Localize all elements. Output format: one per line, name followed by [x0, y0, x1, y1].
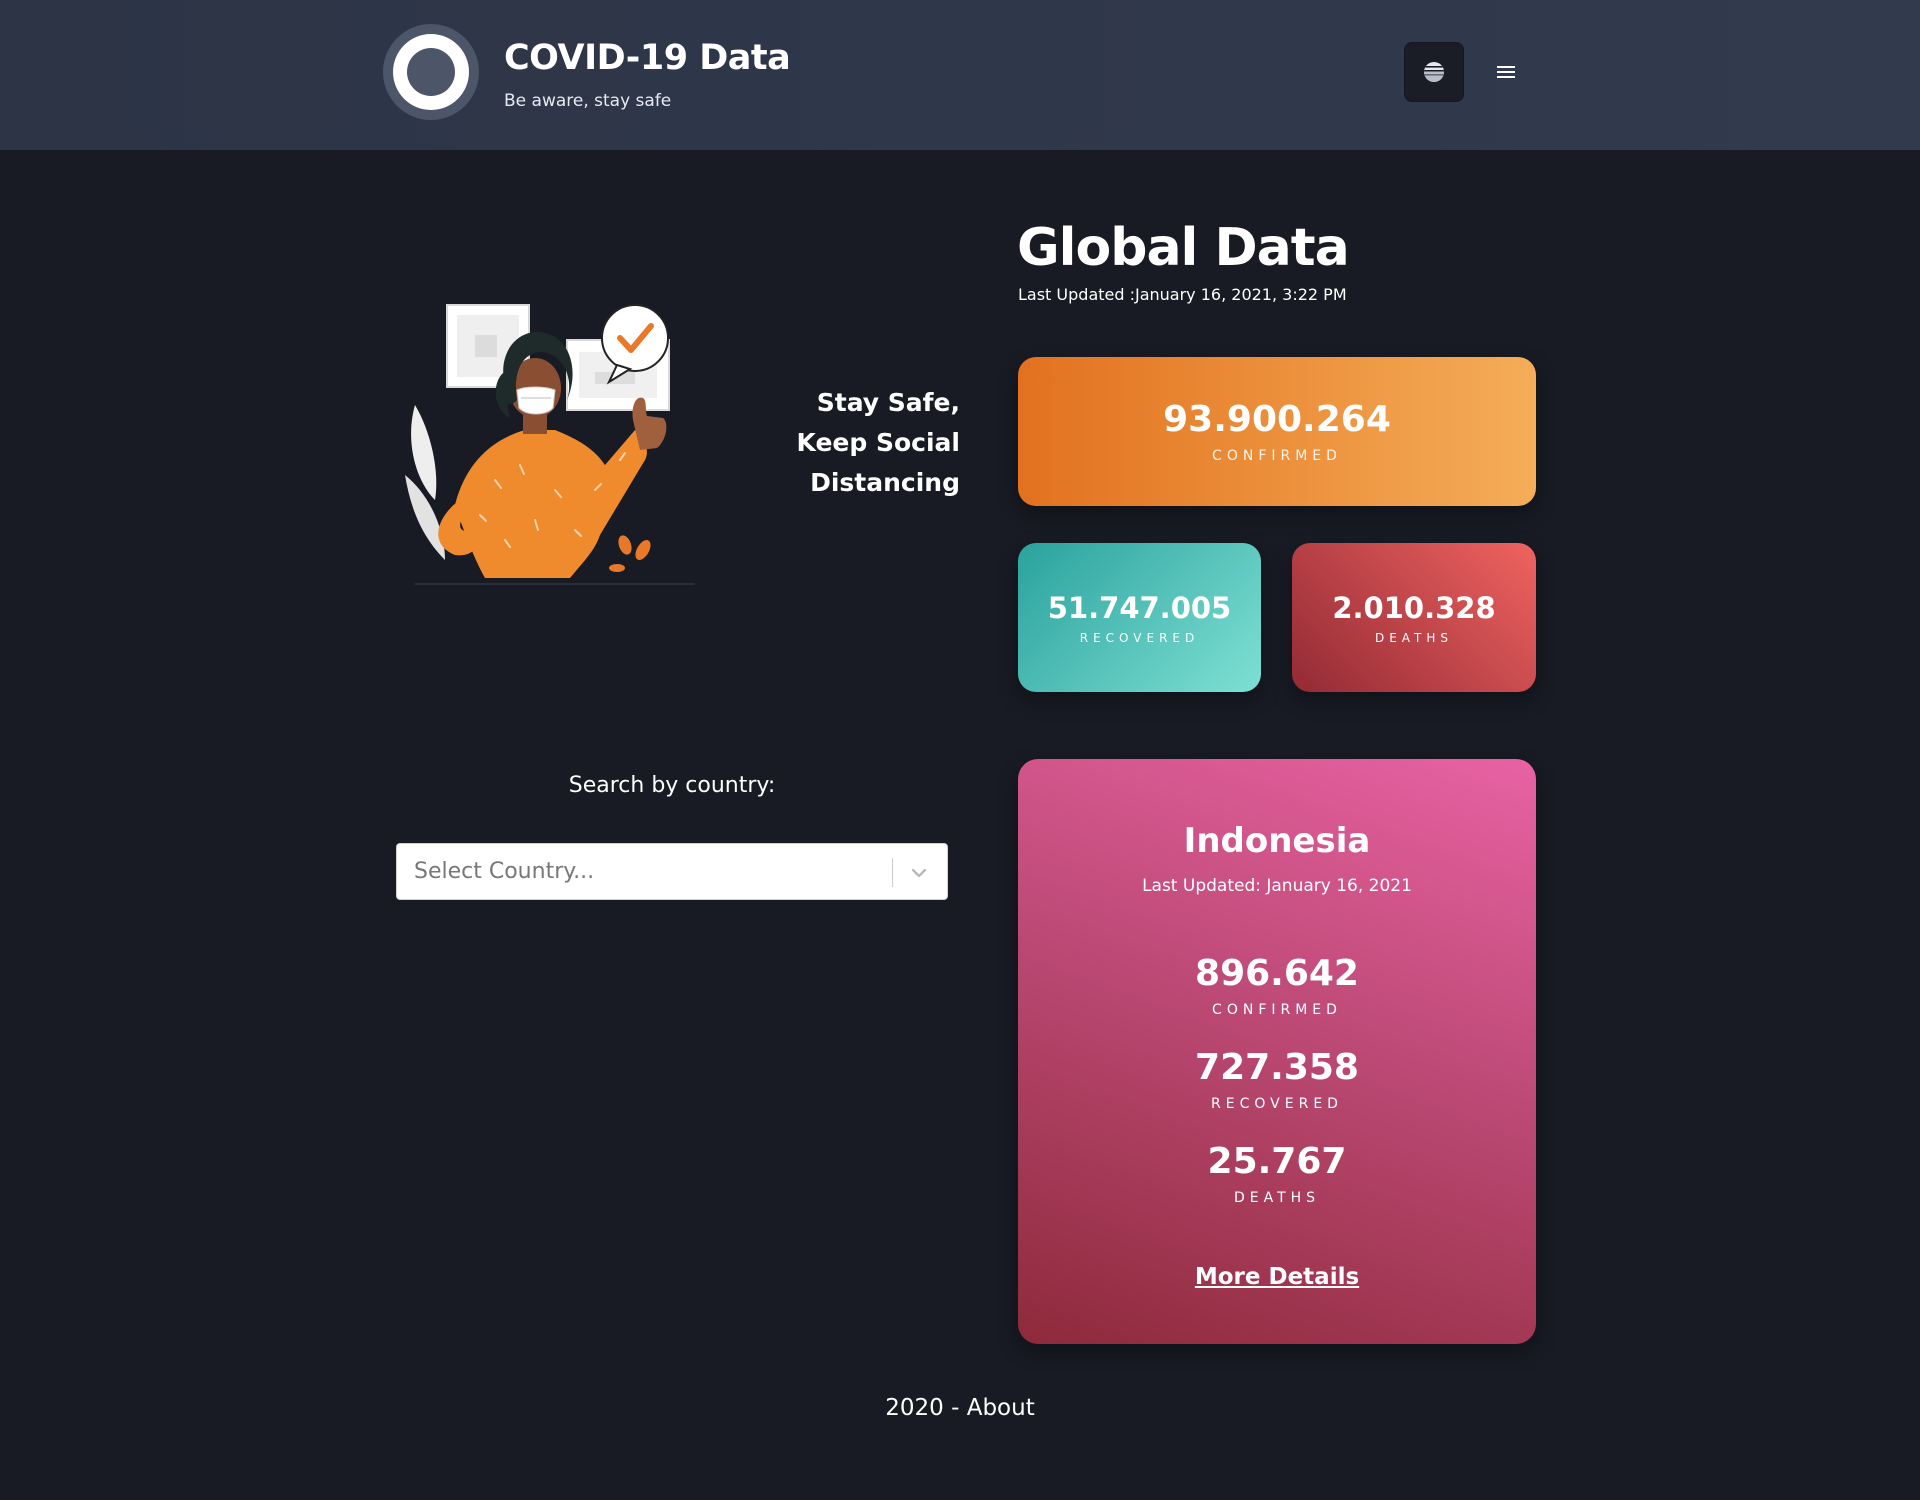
country-confirmed-value: 896.642	[1195, 953, 1359, 994]
hamburger-menu-icon	[1497, 66, 1515, 78]
global-last-updated: Last Updated :January 16, 2021, 3:22 PM	[1018, 285, 1347, 304]
country-confirmed-stat: 896.642 CONFIRMED	[1018, 953, 1536, 1018]
footer-separator: -	[943, 1395, 967, 1421]
hamburger-menu-button[interactable]	[1490, 56, 1522, 88]
global-confirmed-value: 93.900.264	[1163, 399, 1391, 440]
global-recovered-value: 51.747.005	[1047, 590, 1232, 625]
global-deaths-value: 2.010.328	[1332, 590, 1496, 625]
global-data-title: Global Data	[1017, 218, 1350, 278]
country-name: Indonesia	[1183, 821, 1371, 861]
chevron-down-icon[interactable]	[904, 858, 934, 887]
about-link[interactable]: About	[967, 1395, 1035, 1421]
theme-toggle-button[interactable]	[1404, 42, 1464, 102]
country-recovered-value: 727.358	[1195, 1047, 1359, 1088]
app-subtitle: Be aware, stay safe	[504, 91, 672, 111]
logo-icon[interactable]	[383, 24, 479, 120]
country-recovered-label: RECOVERED	[1211, 1096, 1343, 1112]
woman-wearing-mask-illustration	[405, 304, 695, 585]
logo-ring	[393, 34, 469, 110]
country-confirmed-label: CONFIRMED	[1212, 1002, 1342, 1018]
footer: 2020 - About	[0, 1395, 1920, 1421]
country-select-placeholder: Select Country...	[414, 859, 595, 884]
country-data-card: Indonesia Last Updated: January 16, 2021…	[1018, 759, 1536, 1344]
global-deaths-card: 2.010.328 DEATHS	[1292, 543, 1536, 692]
global-confirmed-label: CONFIRMED	[1212, 448, 1342, 464]
global-confirmed-card: 93.900.264 CONFIRMED	[1018, 357, 1536, 506]
top-navbar: COVID-19 Data Be aware, stay safe	[0, 0, 1920, 150]
country-deaths-stat: 25.767 DEATHS	[1018, 1141, 1536, 1206]
country-select[interactable]: Select Country...	[396, 843, 948, 900]
country-deaths-label: DEATHS	[1233, 1190, 1321, 1206]
more-details-link[interactable]: More Details	[1018, 1264, 1536, 1290]
tagline-line-3: Distancing	[810, 468, 960, 497]
global-deaths-label: DEATHS	[1374, 630, 1454, 645]
country-deaths-value: 25.767	[1207, 1141, 1347, 1182]
global-recovered-label: RECOVERED	[1079, 630, 1200, 645]
logo-core	[407, 48, 455, 96]
hero-tagline: Stay Safe, Keep Social Distancing	[760, 383, 960, 503]
select-separator	[892, 858, 893, 887]
country-last-updated: Last Updated: January 16, 2021	[1142, 876, 1412, 896]
country-recovered-stat: 727.358 RECOVERED	[1018, 1047, 1536, 1112]
search-by-country-label: Search by country:	[568, 773, 776, 798]
theme-toggle-icon	[1424, 62, 1444, 82]
footer-year: 2020	[885, 1395, 944, 1421]
tagline-line-2: Keep Social	[796, 428, 960, 457]
app-title[interactable]: COVID-19 Data	[504, 38, 791, 78]
tagline-line-1: Stay Safe,	[816, 388, 960, 417]
global-recovered-card: 51.747.005 RECOVERED	[1018, 543, 1261, 692]
